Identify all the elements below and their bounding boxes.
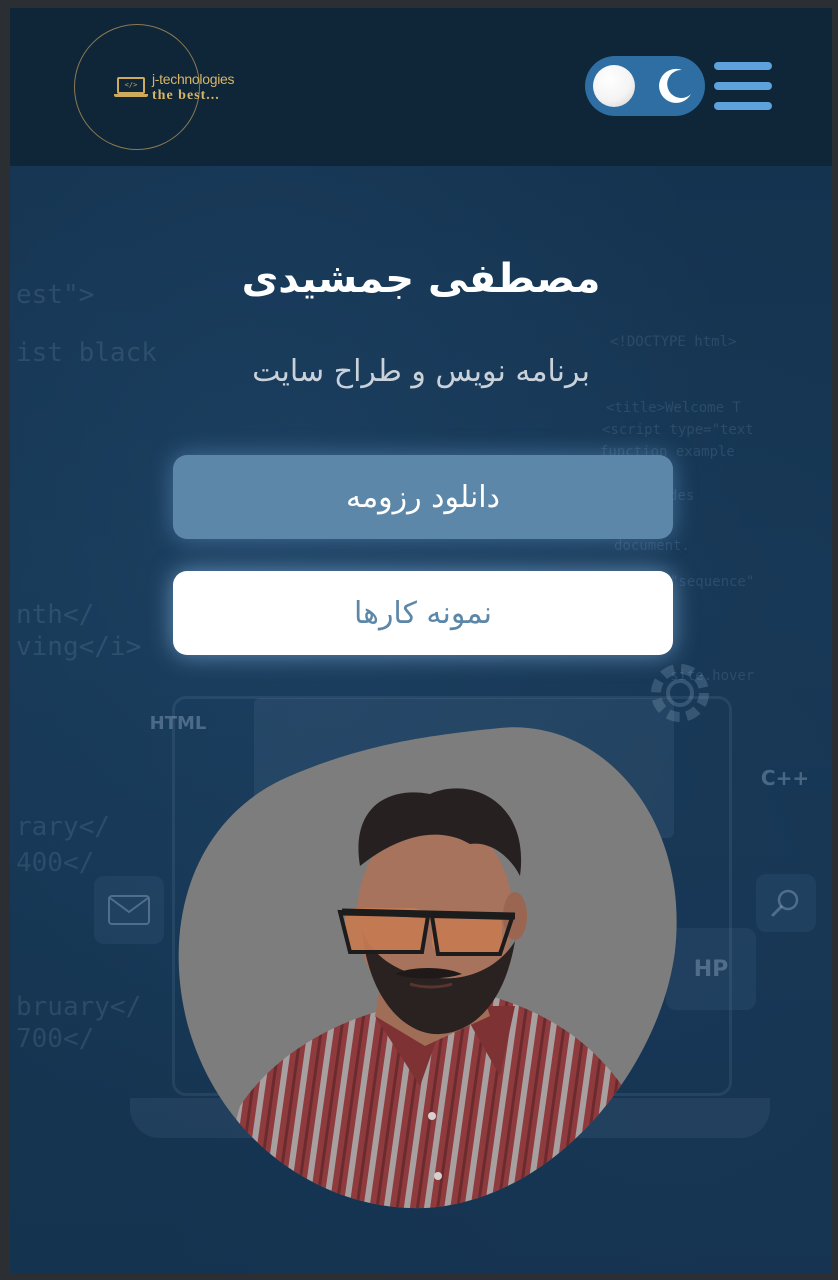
bg-code-line: "sequence" <box>670 574 755 590</box>
logo-tagline: the best... <box>152 88 220 103</box>
logo-name: j-technologies <box>152 71 235 87</box>
site-logo[interactable]: </> j-technologies the best... <box>74 24 234 150</box>
bg-mail-icon <box>94 876 164 944</box>
sun-circle-icon <box>593 65 635 107</box>
moon-icon <box>659 68 691 103</box>
portfolio-button[interactable]: نمونه کارها <box>173 571 673 655</box>
hamburger-line <box>714 82 772 90</box>
bg-code-line: <!DOCTYPE html> <box>610 334 737 350</box>
download-resume-button[interactable]: دانلود رزومه <box>173 455 673 539</box>
bg-code-line: bruary</ <box>16 992 142 1022</box>
bg-code-line: <script type="text <box>602 422 754 438</box>
hamburger-line <box>714 102 772 110</box>
laptop-code-icon: </> <box>114 77 148 97</box>
bg-code-line: document. <box>614 538 690 554</box>
person-role: برنامه نویس و طراح سایت <box>252 354 590 389</box>
hamburger-icon[interactable] <box>714 62 772 110</box>
hamburger-line <box>714 62 772 70</box>
bg-code-line: ving</i> <box>16 632 142 662</box>
bg-code-line: nth</ <box>16 600 95 630</box>
profile-photo <box>170 716 680 1216</box>
theme-toggle[interactable] <box>585 56 705 116</box>
site-header: </> j-technologies the best... <box>10 8 832 166</box>
bg-code-line: <title>Welcome T <box>606 400 741 416</box>
bg-code-line: 400</ <box>16 848 95 878</box>
bg-cpp-label: C++ <box>760 766 810 790</box>
bg-code-line: 700</ <box>16 1024 95 1054</box>
bg-search-icon <box>756 874 816 932</box>
page-frame: est"> ist black nth</ ving</i> rary</ 40… <box>10 8 832 1274</box>
bg-code-line: rary</ <box>16 812 110 842</box>
person-name: مصطفی جمشیدی <box>241 256 601 302</box>
